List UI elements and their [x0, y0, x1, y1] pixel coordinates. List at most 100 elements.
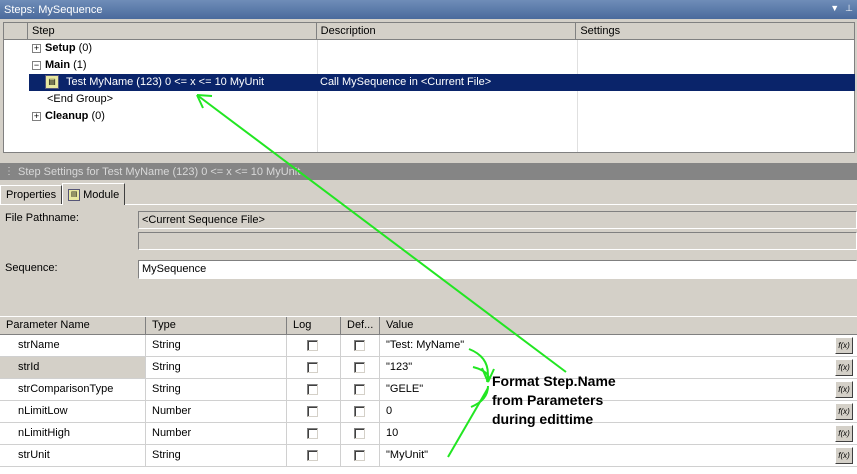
steps-window-title: Steps: MySequence	[4, 3, 103, 16]
param-type: String	[146, 335, 287, 356]
default-checkbox[interactable]	[354, 340, 365, 351]
group-main[interactable]: − Main (1)	[32, 57, 87, 74]
table-row[interactable]: strUnit String "MyUnit" f(x)	[0, 445, 857, 467]
settings-tabs: Properties ▤ Module	[0, 183, 126, 205]
param-value: "GELE"	[386, 383, 424, 395]
selected-step-row[interactable]: ▤ Test MyName (123) 0 <= x <= 10 MyUnit …	[29, 74, 855, 91]
expression-browse-button[interactable]: f(x)	[835, 425, 853, 442]
default-cell	[341, 401, 380, 422]
table-row[interactable]: nLimitLow Number 0 f(x)	[0, 401, 857, 423]
default-checkbox[interactable]	[354, 406, 365, 417]
column-type[interactable]: Type	[146, 317, 287, 335]
default-cell	[341, 423, 380, 444]
log-cell	[287, 401, 341, 422]
group-main-count: (1)	[73, 59, 87, 71]
default-cell	[341, 335, 380, 356]
default-checkbox[interactable]	[354, 384, 365, 395]
column-default[interactable]: Def...	[341, 317, 380, 335]
table-row[interactable]: strComparisonType String "GELE" f(x)	[0, 379, 857, 401]
param-value-cell[interactable]: "MyUnit"	[380, 445, 857, 466]
settings-window-title: Step Settings for Test MyName (123) 0 <=…	[18, 165, 301, 178]
default-cell	[341, 379, 380, 400]
log-checkbox[interactable]	[307, 384, 318, 395]
sequence-call-icon: ▤	[45, 75, 59, 89]
column-settings[interactable]: Settings	[576, 23, 854, 40]
annotation-line-2: from Parameters	[492, 392, 604, 408]
file-pathname-label: File Pathname:	[5, 212, 79, 224]
parameters-header: Parameter Name Type Log Def... Value	[0, 316, 857, 335]
column-step[interactable]: Step	[28, 23, 317, 40]
table-row[interactable]: strId String "123" f(x)	[0, 357, 857, 379]
tab-module-label: Module	[83, 188, 120, 201]
group-cleanup-label: Cleanup	[45, 110, 89, 122]
default-checkbox[interactable]	[354, 362, 365, 373]
expression-browse-button[interactable]: f(x)	[835, 381, 853, 398]
log-checkbox[interactable]	[307, 428, 318, 439]
log-cell	[287, 335, 341, 356]
titlebar-buttons: ▼ ⊥	[830, 3, 853, 14]
log-checkbox[interactable]	[307, 406, 318, 417]
default-checkbox[interactable]	[354, 428, 365, 439]
default-cell	[341, 357, 380, 378]
expression-browse-button[interactable]: f(x)	[835, 403, 853, 420]
param-value-cell[interactable]: "GELE"	[380, 379, 857, 400]
annotation-text: Format Step.Name from Parameters during …	[492, 372, 616, 429]
param-type: String	[146, 379, 287, 400]
expand-plus-icon[interactable]: +	[32, 111, 41, 121]
column-log[interactable]: Log	[287, 317, 341, 335]
param-value: "MyUnit"	[386, 449, 429, 461]
column-value[interactable]: Value	[380, 317, 857, 335]
log-checkbox[interactable]	[307, 340, 318, 351]
grip-icon: ⋮	[4, 166, 14, 177]
log-checkbox[interactable]	[307, 450, 318, 461]
group-cleanup-count: (0)	[91, 110, 105, 122]
param-name: strId	[0, 357, 146, 378]
selected-step-description: Call MySequence in <Current File>	[320, 76, 492, 88]
param-type: String	[146, 445, 287, 466]
tab-module[interactable]: ▤ Module	[62, 183, 126, 205]
log-cell	[287, 423, 341, 444]
param-name: strUnit	[0, 445, 146, 466]
collapse-minus-icon[interactable]: −	[32, 60, 41, 70]
selected-step-name: Test MyName (123) 0 <= x <= 10 MyUnit	[66, 76, 265, 88]
expression-browse-button[interactable]: f(x)	[835, 447, 853, 464]
file-pathname-field[interactable]: <Current Sequence File>	[138, 211, 857, 229]
expand-plus-icon[interactable]: +	[32, 43, 41, 53]
steps-list[interactable]: Step Description Settings + Setup (0) − Ma…	[3, 22, 855, 153]
log-cell	[287, 445, 341, 466]
param-value-cell[interactable]: 0	[380, 401, 857, 422]
end-group-row[interactable]: <End Group>	[47, 91, 113, 108]
file-pathname-extra-field[interactable]	[138, 232, 857, 250]
param-type: Number	[146, 423, 287, 444]
default-cell	[341, 445, 380, 466]
param-value-cell[interactable]: 10	[380, 423, 857, 444]
column-description[interactable]: Description	[317, 23, 577, 40]
settings-window-titlebar[interactable]: ⋮ Step Settings for Test MyName (123) 0 …	[0, 163, 857, 180]
expression-browse-button[interactable]: f(x)	[835, 337, 853, 354]
steps-window-titlebar[interactable]: Steps: MySequence ▼ ⊥	[0, 0, 857, 19]
dropdown-icon[interactable]: ▼	[830, 3, 839, 14]
group-setup[interactable]: + Setup (0)	[32, 40, 92, 57]
column-parameter-name[interactable]: Parameter Name	[0, 317, 146, 335]
parameters-table[interactable]: Parameter Name Type Log Def... Value str…	[0, 316, 857, 474]
log-checkbox[interactable]	[307, 362, 318, 373]
module-panel: File Pathname: <Current Sequence File> S…	[0, 204, 857, 314]
tab-properties-label: Properties	[6, 189, 57, 201]
param-name: strComparisonType	[0, 379, 146, 400]
param-value: "123"	[386, 361, 413, 373]
pin-icon[interactable]: ⊥	[845, 3, 853, 14]
default-checkbox[interactable]	[354, 450, 365, 461]
group-cleanup[interactable]: + Cleanup (0)	[32, 108, 105, 125]
sequence-field[interactable]: MySequence	[138, 260, 857, 279]
param-value-cell[interactable]: "Test: MyName"	[380, 335, 857, 356]
table-row[interactable]: strName String "Test: MyName" f(x)	[0, 335, 857, 357]
table-row[interactable]: nLimitHigh Number 10 f(x)	[0, 423, 857, 445]
column-divider	[577, 40, 578, 152]
param-value: 0	[386, 405, 393, 417]
annotation-line-3: during edittime	[492, 411, 594, 427]
param-value-cell[interactable]: "123"	[380, 357, 857, 378]
tab-properties[interactable]: Properties	[0, 185, 63, 205]
expression-browse-button[interactable]: f(x)	[835, 359, 853, 376]
header-spacer	[4, 23, 28, 40]
group-setup-count: (0)	[78, 42, 93, 54]
